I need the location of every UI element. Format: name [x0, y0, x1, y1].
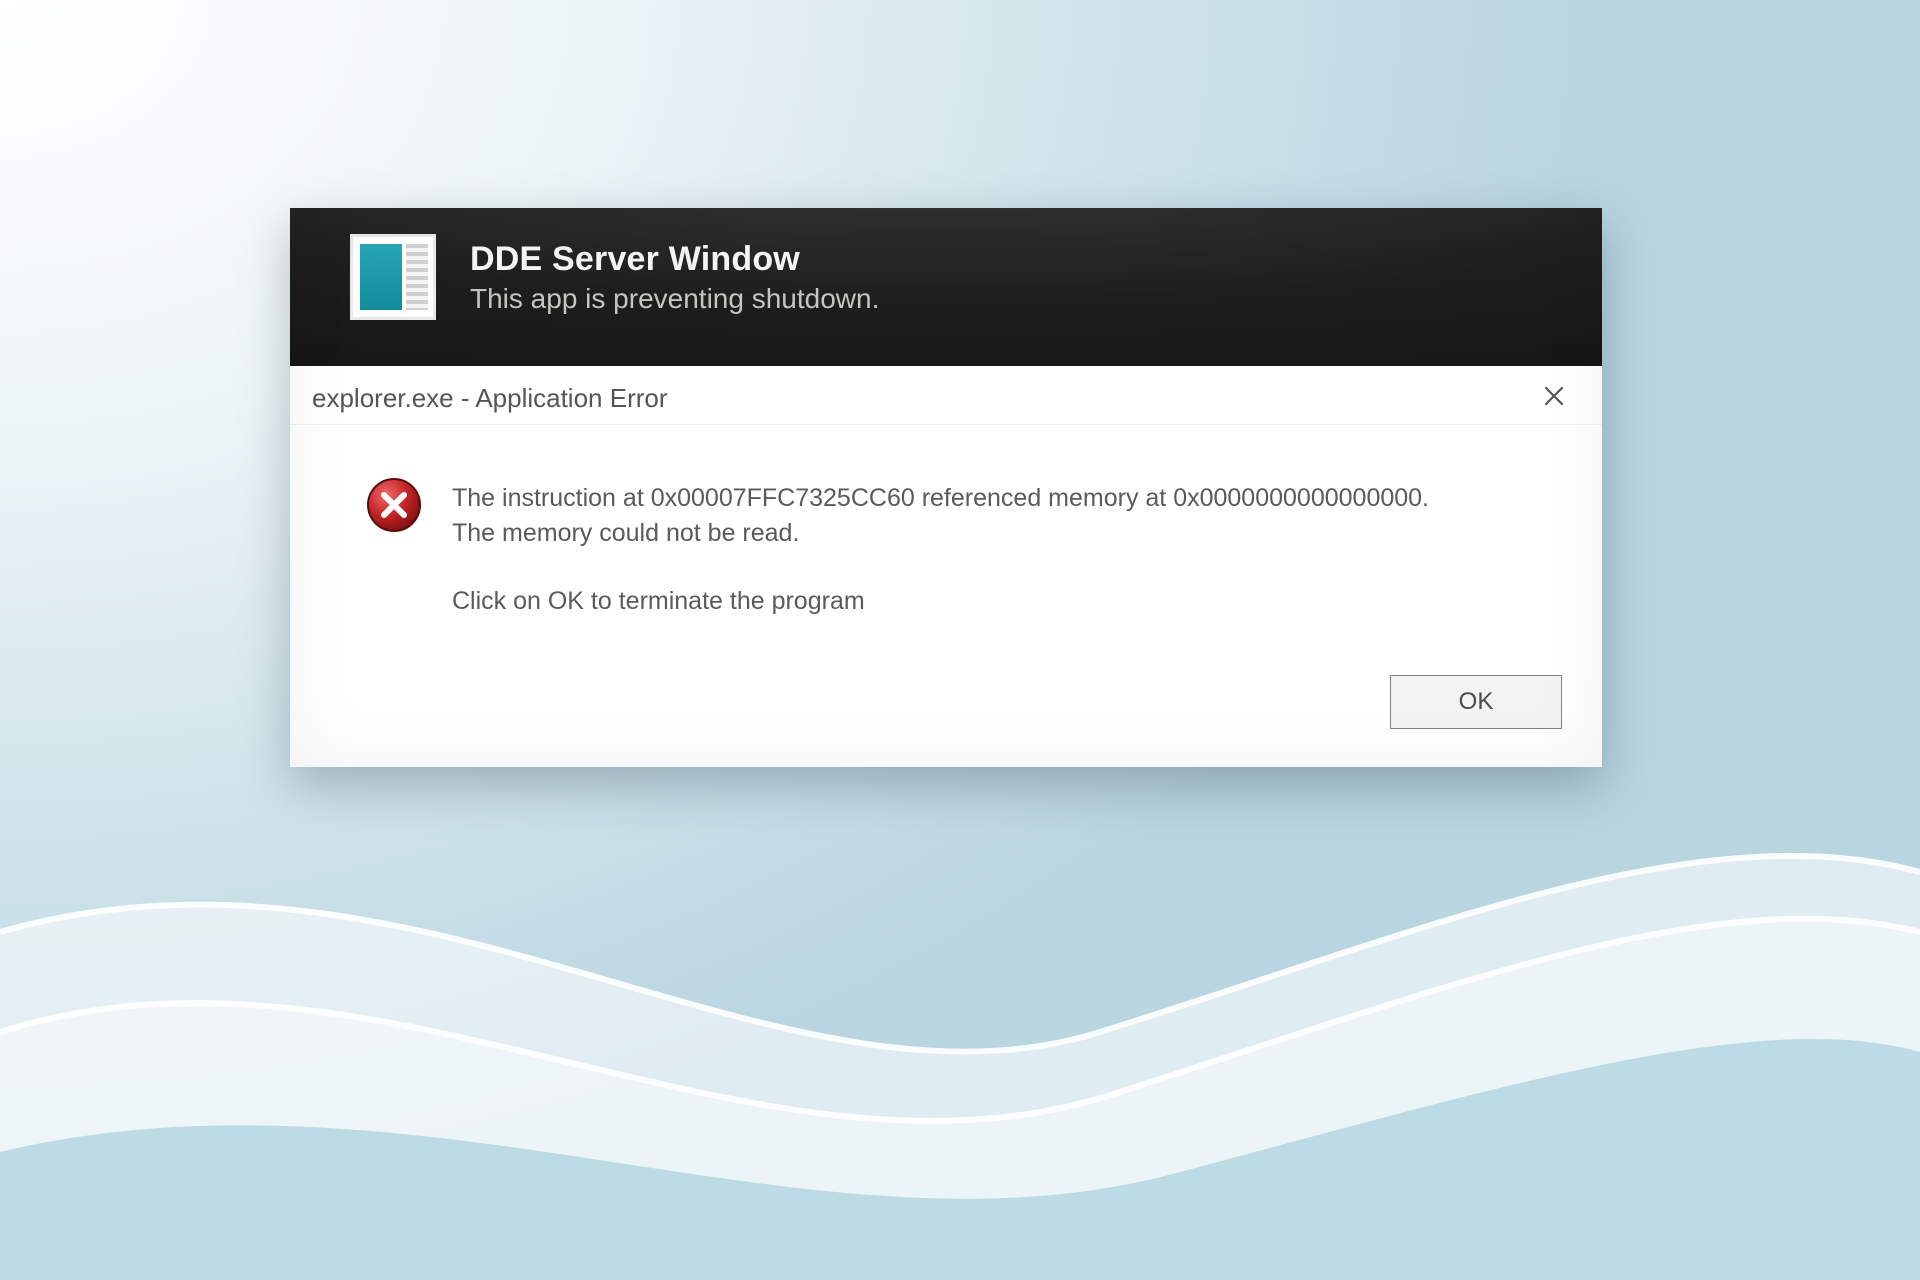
error-dialog: explorer.exe - Application Error: [290, 366, 1602, 767]
dialog-titlebar: explorer.exe - Application Error: [290, 366, 1602, 424]
dialog-message: The instruction at 0x00007FFC7325CC60 re…: [452, 481, 1452, 619]
dialog-message-line2: Click on OK to terminate the program: [452, 584, 1452, 619]
error-icon: [366, 477, 422, 533]
close-icon: [1542, 384, 1566, 413]
banner-title: DDE Server Window: [470, 240, 879, 279]
dialog-footer: OK: [290, 629, 1602, 753]
banner-subtitle: This app is preventing shutdown.: [470, 283, 879, 315]
dialog-body: The instruction at 0x00007FFC7325CC60 re…: [290, 424, 1602, 629]
dialog-title: explorer.exe - Application Error: [312, 383, 668, 414]
close-button[interactable]: [1528, 378, 1580, 418]
app-window-icon: [350, 234, 436, 320]
dialog-message-line1: The instruction at 0x00007FFC7325CC60 re…: [452, 481, 1452, 550]
ok-button[interactable]: OK: [1390, 675, 1562, 729]
screenshot-composite: DDE Server Window This app is preventing…: [290, 208, 1602, 767]
banner-text: DDE Server Window This app is preventing…: [470, 240, 879, 315]
shutdown-banner: DDE Server Window This app is preventing…: [290, 208, 1602, 366]
